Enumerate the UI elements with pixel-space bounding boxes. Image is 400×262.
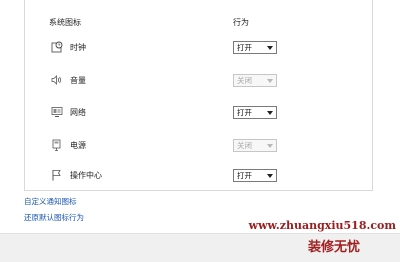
table-row-network: 网络 打开 — [25, 103, 372, 123]
table-row-volume: 音量 关闭 — [25, 71, 372, 91]
behavior-select-power: 关闭 — [233, 139, 277, 152]
row-label: 音量 — [70, 76, 86, 85]
row-label: 网络 — [70, 108, 86, 117]
watermark-text: 装修无忧 — [307, 240, 360, 255]
chevron-down-icon — [267, 79, 273, 83]
behavior-select-clock[interactable]: 打开 — [233, 41, 277, 54]
chevron-down-icon — [267, 46, 273, 50]
power-icon — [51, 139, 63, 151]
action-center-flag-icon — [51, 169, 63, 181]
behavior-select-network[interactable]: 打开 — [233, 106, 277, 119]
restore-default-icon-behaviors-link[interactable]: 还原默认图标行为 — [24, 212, 84, 223]
table-row-power: 电源 关闭 — [25, 136, 372, 156]
select-value: 打开 — [237, 171, 252, 180]
clock-icon — [51, 41, 63, 53]
chevron-down-icon — [267, 174, 273, 178]
watermark-url: www.zhuangxiu518.com — [248, 219, 396, 232]
select-value: 关闭 — [237, 141, 252, 150]
volume-icon — [51, 74, 63, 86]
chevron-down-icon — [267, 111, 273, 115]
system-icons-panel: 系统图标 行为 时钟 打开 音量 关闭 网络 打开 电源 关闭 操作中心 打开 — [24, 0, 373, 191]
table-row-action-center: 操作中心 打开 — [25, 166, 372, 186]
behavior-select-volume: 关闭 — [233, 74, 277, 87]
select-value: 关闭 — [237, 76, 252, 85]
select-value: 打开 — [237, 108, 252, 117]
table-row-clock: 时钟 打开 — [25, 38, 372, 58]
column-header-behavior: 行为 — [233, 18, 249, 27]
select-value: 打开 — [237, 43, 252, 52]
row-label: 电源 — [70, 141, 86, 150]
chevron-down-icon — [267, 144, 273, 148]
column-header-system-icons: 系统图标 — [49, 18, 81, 27]
row-label: 操作中心 — [70, 171, 102, 180]
network-icon — [51, 106, 63, 118]
row-label: 时钟 — [70, 43, 86, 52]
behavior-select-action-center[interactable]: 打开 — [233, 169, 277, 182]
customize-notification-icons-link[interactable]: 自定义通知图标 — [24, 196, 77, 207]
